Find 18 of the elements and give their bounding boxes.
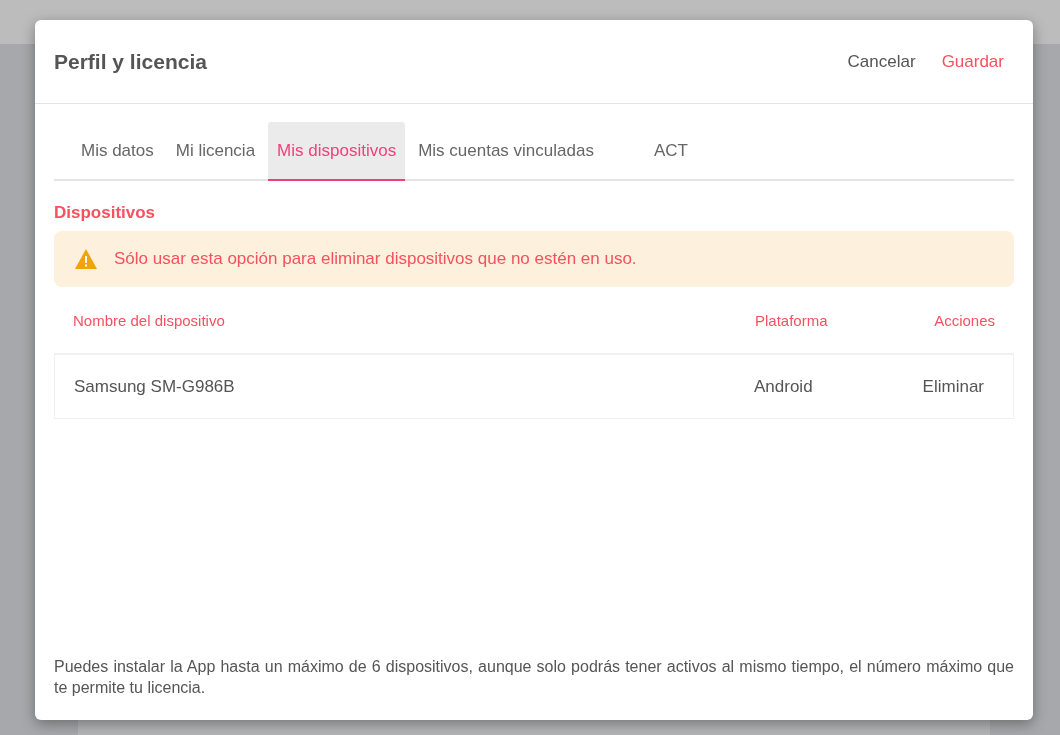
section-title: Dispositivos [54, 203, 157, 223]
table-cell-text: Samsung SM-G986B [74, 376, 236, 397]
tab[interactable]: Mis datos [72, 122, 163, 181]
warning-text: Sólo usar esta opción para eliminar dispositivos que no estén en uso. [114, 249, 637, 269]
delete-button[interactable]: Eliminar [904, 376, 994, 397]
save-button[interactable]: Guardar [931, 45, 1014, 78]
dialog-title: Perfil y licencia [54, 49, 207, 74]
column-header: Acciones [933, 311, 995, 329]
column-header: Nombre del dispositivo [73, 311, 226, 329]
tab[interactable]: Mis dispositivos [268, 122, 406, 181]
tab[interactable]: Mi licencia [166, 122, 265, 181]
column-header: Plataforma [755, 311, 829, 329]
table-cell-text: Android [754, 376, 814, 397]
cancel-button[interactable]: Cancelar [837, 45, 926, 78]
footer-note: Puedes instalar la App hasta un máximo de 6 dispositivos, aunque solo podrás tener activos al mismo tiempo, el número máximo que te permite tu licencia. [54, 657, 1014, 698]
tab[interactable]: Mis cuentas vinculadas [409, 122, 603, 181]
warning-icon [74, 248, 98, 270]
tab[interactable]: ACT [644, 122, 697, 181]
